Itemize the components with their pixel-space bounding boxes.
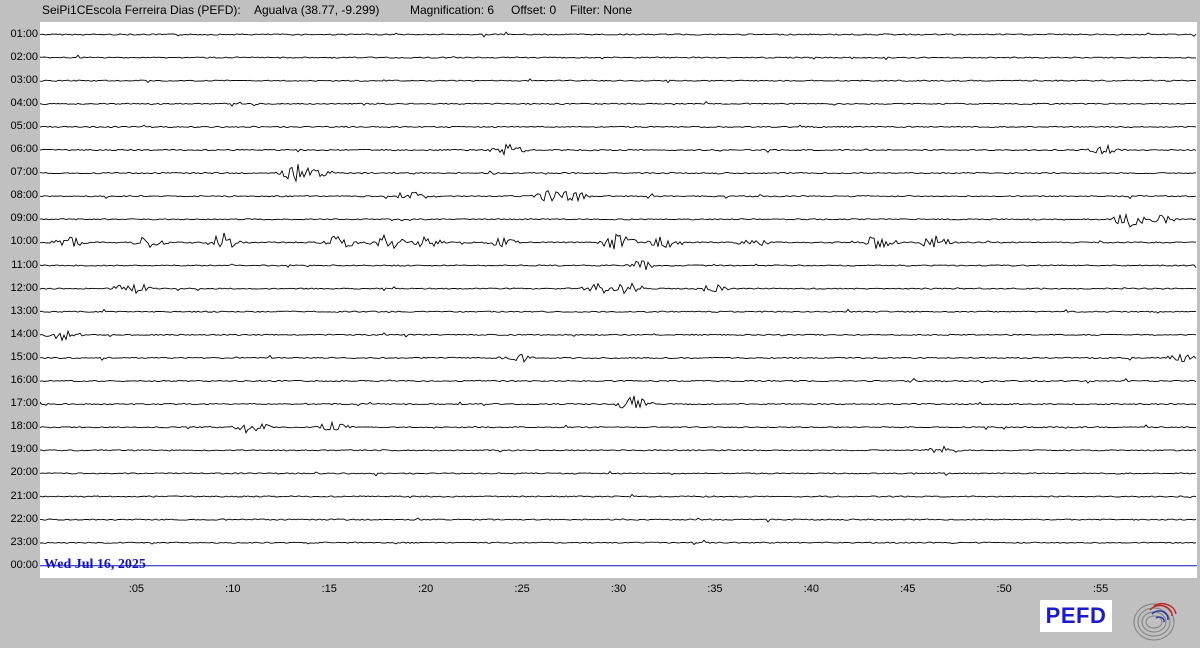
hour-label: 10:00 bbox=[10, 235, 38, 248]
seismic-trace-row bbox=[40, 493, 1197, 499]
station-location: Agualva (38.77, -9.299) bbox=[254, 3, 380, 17]
hour-label: 08:00 bbox=[10, 189, 38, 202]
filter-value: Filter: None bbox=[570, 3, 633, 17]
seismic-trace-row bbox=[40, 54, 1197, 61]
seismic-trace-row bbox=[40, 100, 1197, 107]
minute-tick-label: :55 bbox=[1092, 583, 1109, 595]
hour-label: 17:00 bbox=[10, 397, 38, 410]
hour-label: 16:00 bbox=[10, 374, 38, 386]
seismic-trace-row bbox=[40, 78, 1197, 84]
minute-tick-label: :05 bbox=[128, 583, 145, 595]
hour-label: 01:00 bbox=[10, 27, 38, 40]
seismic-trace-row bbox=[40, 143, 1197, 157]
minute-tick-label: :20 bbox=[418, 583, 434, 595]
seismic-trace-row bbox=[40, 260, 1197, 270]
magnification-value: Magnification: 6 bbox=[410, 3, 495, 17]
hour-label: 06:00 bbox=[10, 143, 38, 155]
hour-label: 20:00 bbox=[10, 466, 38, 479]
minute-tick-label: :25 bbox=[514, 583, 530, 595]
hour-label: 02:00 bbox=[10, 50, 38, 63]
minute-tick-label: :35 bbox=[707, 583, 723, 595]
station-name: SeiPi1CEscola Ferreira Dias (PEFD): bbox=[42, 3, 241, 17]
seismic-trace-row bbox=[40, 232, 1197, 250]
seismic-trace-row bbox=[40, 124, 1197, 128]
fingerprint-logo-icon bbox=[1133, 603, 1177, 641]
seismic-trace-row bbox=[40, 212, 1197, 228]
minute-tick-label: :40 bbox=[803, 583, 819, 595]
seismic-trace-row bbox=[40, 517, 1197, 523]
seismic-trace-row bbox=[40, 353, 1197, 363]
pefd-logo: PEFD bbox=[1040, 600, 1112, 632]
hour-label: 07:00 bbox=[10, 166, 38, 179]
pefd-logo-text: PEFD bbox=[1045, 603, 1107, 628]
header-bar: SeiPi1CEscola Ferreira Dias (PEFD): Agua… bbox=[0, 0, 1200, 20]
minute-tick-label: :15 bbox=[321, 583, 337, 595]
offset-value: Offset: 0 bbox=[511, 3, 557, 17]
minute-tick-label: :50 bbox=[996, 583, 1012, 595]
seismic-trace-row bbox=[40, 377, 1197, 384]
seismic-trace-row bbox=[40, 189, 1197, 203]
minute-tick-label: :10 bbox=[225, 583, 241, 595]
hour-label: 00:00 bbox=[10, 558, 38, 571]
hour-label: 13:00 bbox=[10, 304, 38, 317]
hour-label: 12:00 bbox=[10, 281, 38, 294]
seismic-trace-row bbox=[40, 308, 1197, 314]
hour-label: 19:00 bbox=[10, 443, 38, 456]
hour-label: 14:00 bbox=[10, 327, 38, 340]
helicorder-traces bbox=[40, 31, 1197, 567]
minute-tick-label: :30 bbox=[610, 583, 627, 595]
hour-label: 21:00 bbox=[10, 489, 38, 502]
hour-label: 04:00 bbox=[10, 96, 38, 109]
hour-label: 05:00 bbox=[10, 119, 38, 132]
seismic-trace-row bbox=[40, 31, 1197, 38]
hour-label: 03:00 bbox=[10, 73, 38, 86]
seismic-trace-row bbox=[40, 420, 1197, 434]
date-label: Wed Jul 16, 2025 bbox=[44, 557, 146, 572]
seismic-trace-row bbox=[40, 164, 1197, 183]
hour-label: 15:00 bbox=[10, 350, 38, 363]
seismic-trace-row bbox=[40, 329, 1196, 342]
seismic-trace-row bbox=[40, 282, 1197, 295]
seismic-trace-row bbox=[40, 445, 1197, 454]
seismic-trace-row bbox=[40, 539, 1197, 546]
hour-label: 22:00 bbox=[10, 512, 38, 525]
seismic-trace-row bbox=[40, 395, 1197, 409]
hour-label: 11:00 bbox=[11, 258, 38, 271]
hour-label: 23:00 bbox=[10, 535, 38, 548]
hour-label: 09:00 bbox=[10, 212, 38, 225]
hour-label: 18:00 bbox=[10, 420, 38, 433]
seismic-trace-row bbox=[40, 470, 1197, 477]
minute-tick-label: :45 bbox=[900, 583, 916, 595]
